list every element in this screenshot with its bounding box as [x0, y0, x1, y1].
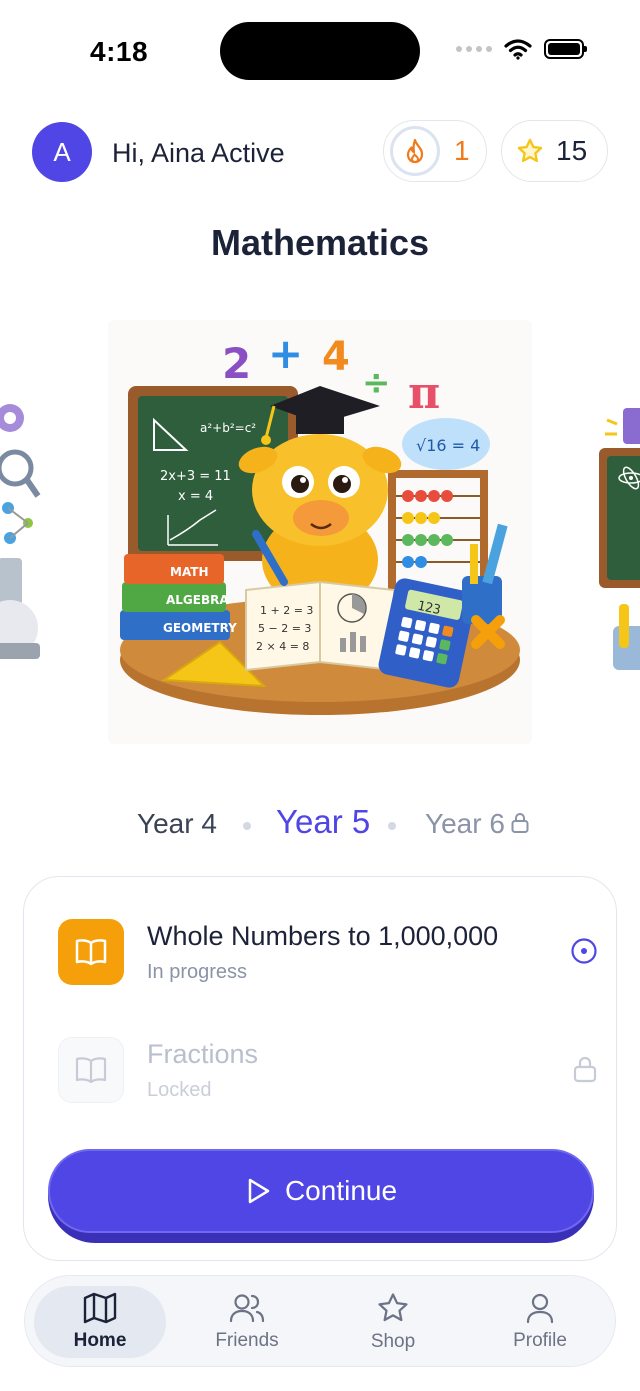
floating-plus: + [268, 329, 303, 378]
book-geometry-label: GEOMETRY [163, 621, 237, 635]
year-tab-4[interactable]: Year 4 [137, 808, 217, 840]
floating-pi: π [408, 368, 440, 419]
continue-label: Continue [284, 1175, 398, 1206]
book-icon [75, 1057, 107, 1084]
stars-count: 15 [556, 135, 588, 166]
users-icon [229, 1294, 265, 1323]
cellular-signal-icon [456, 46, 492, 52]
lesson-icon-container [58, 919, 124, 985]
book-algebra-label: ALGEBRA [166, 593, 229, 607]
science-illustration [0, 404, 41, 659]
notebook-line-2: 5 − 2 = 3 [258, 622, 311, 635]
map-icon [83, 1292, 117, 1324]
board-equation-1: 2x+3 = 11 [160, 469, 231, 484]
year-tab-6[interactable]: Year 6 [425, 808, 505, 840]
nav-item-shop[interactable]: Shop [327, 1286, 459, 1358]
floating-divide: ÷ [362, 363, 391, 403]
floating-expression: 2 [222, 339, 251, 388]
lesson-card: Whole Numbers to 1,000,000 In progress F… [23, 876, 617, 1261]
nav-label: Home [73, 1330, 127, 1351]
lock-icon [573, 1056, 597, 1083]
continue-button[interactable]: Continue [48, 1149, 594, 1243]
lesson-item-whole-numbers[interactable]: Whole Numbers to 1,000,000 In progress [58, 919, 598, 991]
lesson-status: In progress [147, 961, 248, 983]
lesson-item-fractions[interactable]: Fractions Locked [58, 1037, 598, 1109]
status-bar: 4:18 [0, 0, 640, 100]
year-tab-5[interactable]: Year 5 [276, 803, 370, 841]
status-icons [456, 38, 587, 60]
nav-label: Friends [215, 1330, 279, 1351]
year-separator-dot [243, 822, 251, 830]
nav-item-friends[interactable]: Friends [181, 1286, 313, 1358]
nav-label: Profile [513, 1330, 567, 1351]
year-selector: Year 4 Year 5 Year 6 [0, 800, 640, 850]
bottom-nav: Home Friends Shop Profile [24, 1275, 616, 1367]
notebook-line-1: 1 + 2 = 3 [260, 604, 313, 617]
book-icon [75, 939, 107, 966]
nav-item-profile[interactable]: Profile [474, 1286, 606, 1358]
user-icon [526, 1293, 554, 1324]
notebook-line-3: 2 × 4 = 8 [256, 640, 309, 653]
abacus-beads [396, 490, 480, 568]
lesson-title: Fractions [147, 1039, 259, 1069]
star-icon [378, 1293, 408, 1322]
lesson-title: Whole Numbers to 1,000,000 [147, 921, 499, 951]
streak-progress-ring [390, 126, 440, 176]
lock-icon [511, 813, 529, 833]
floating-four: 4 [322, 334, 350, 380]
bubble-text: √16 = 4 [416, 436, 480, 455]
lesson-icon-container [58, 1037, 124, 1103]
battery-icon [544, 39, 587, 59]
board-equation-2: x = 4 [178, 489, 213, 504]
avatar[interactable]: A [32, 122, 92, 182]
stars-badge[interactable]: 15 [501, 120, 608, 182]
lesson-status: Locked [147, 1079, 212, 1101]
mathematics-card[interactable]: a²+b²=c² 2x+3 = 11 x = 4 2 + 4 ÷ π √16 =… [108, 320, 532, 744]
in-progress-icon [571, 938, 597, 964]
flame-icon [406, 138, 424, 164]
board-formula-text: a²+b²=c² [200, 421, 256, 435]
status-time: 4:18 [90, 36, 149, 67]
continue-button-face: Continue [48, 1149, 594, 1233]
subject-carousel[interactable]: a²+b²=c² 2x+3 = 11 x = 4 2 + 4 ÷ π √16 =… [0, 318, 640, 748]
dynamic-island [220, 22, 420, 80]
science-card-partial[interactable] [0, 378, 45, 678]
year-separator-dot [388, 822, 396, 830]
book-math-label: MATH [170, 565, 209, 579]
star-icon [517, 138, 543, 163]
nav-item-home[interactable]: Home [34, 1286, 166, 1358]
greeting-text: Hi, Aina Active [112, 138, 285, 168]
next-subject-card-partial[interactable] [595, 378, 640, 678]
science-illustration-right [599, 408, 640, 670]
header: A Hi, Aina Active 1 15 [32, 120, 608, 184]
wifi-icon [504, 39, 532, 60]
streak-count: 1 [454, 135, 470, 166]
play-icon [248, 1178, 270, 1204]
subject-title: Mathematics [210, 222, 430, 263]
streak-badge[interactable]: 1 [383, 120, 487, 182]
nav-label: Shop [370, 1331, 416, 1352]
mathematics-illustration: a²+b²=c² 2x+3 = 11 x = 4 2 + 4 ÷ π √16 =… [120, 329, 520, 715]
